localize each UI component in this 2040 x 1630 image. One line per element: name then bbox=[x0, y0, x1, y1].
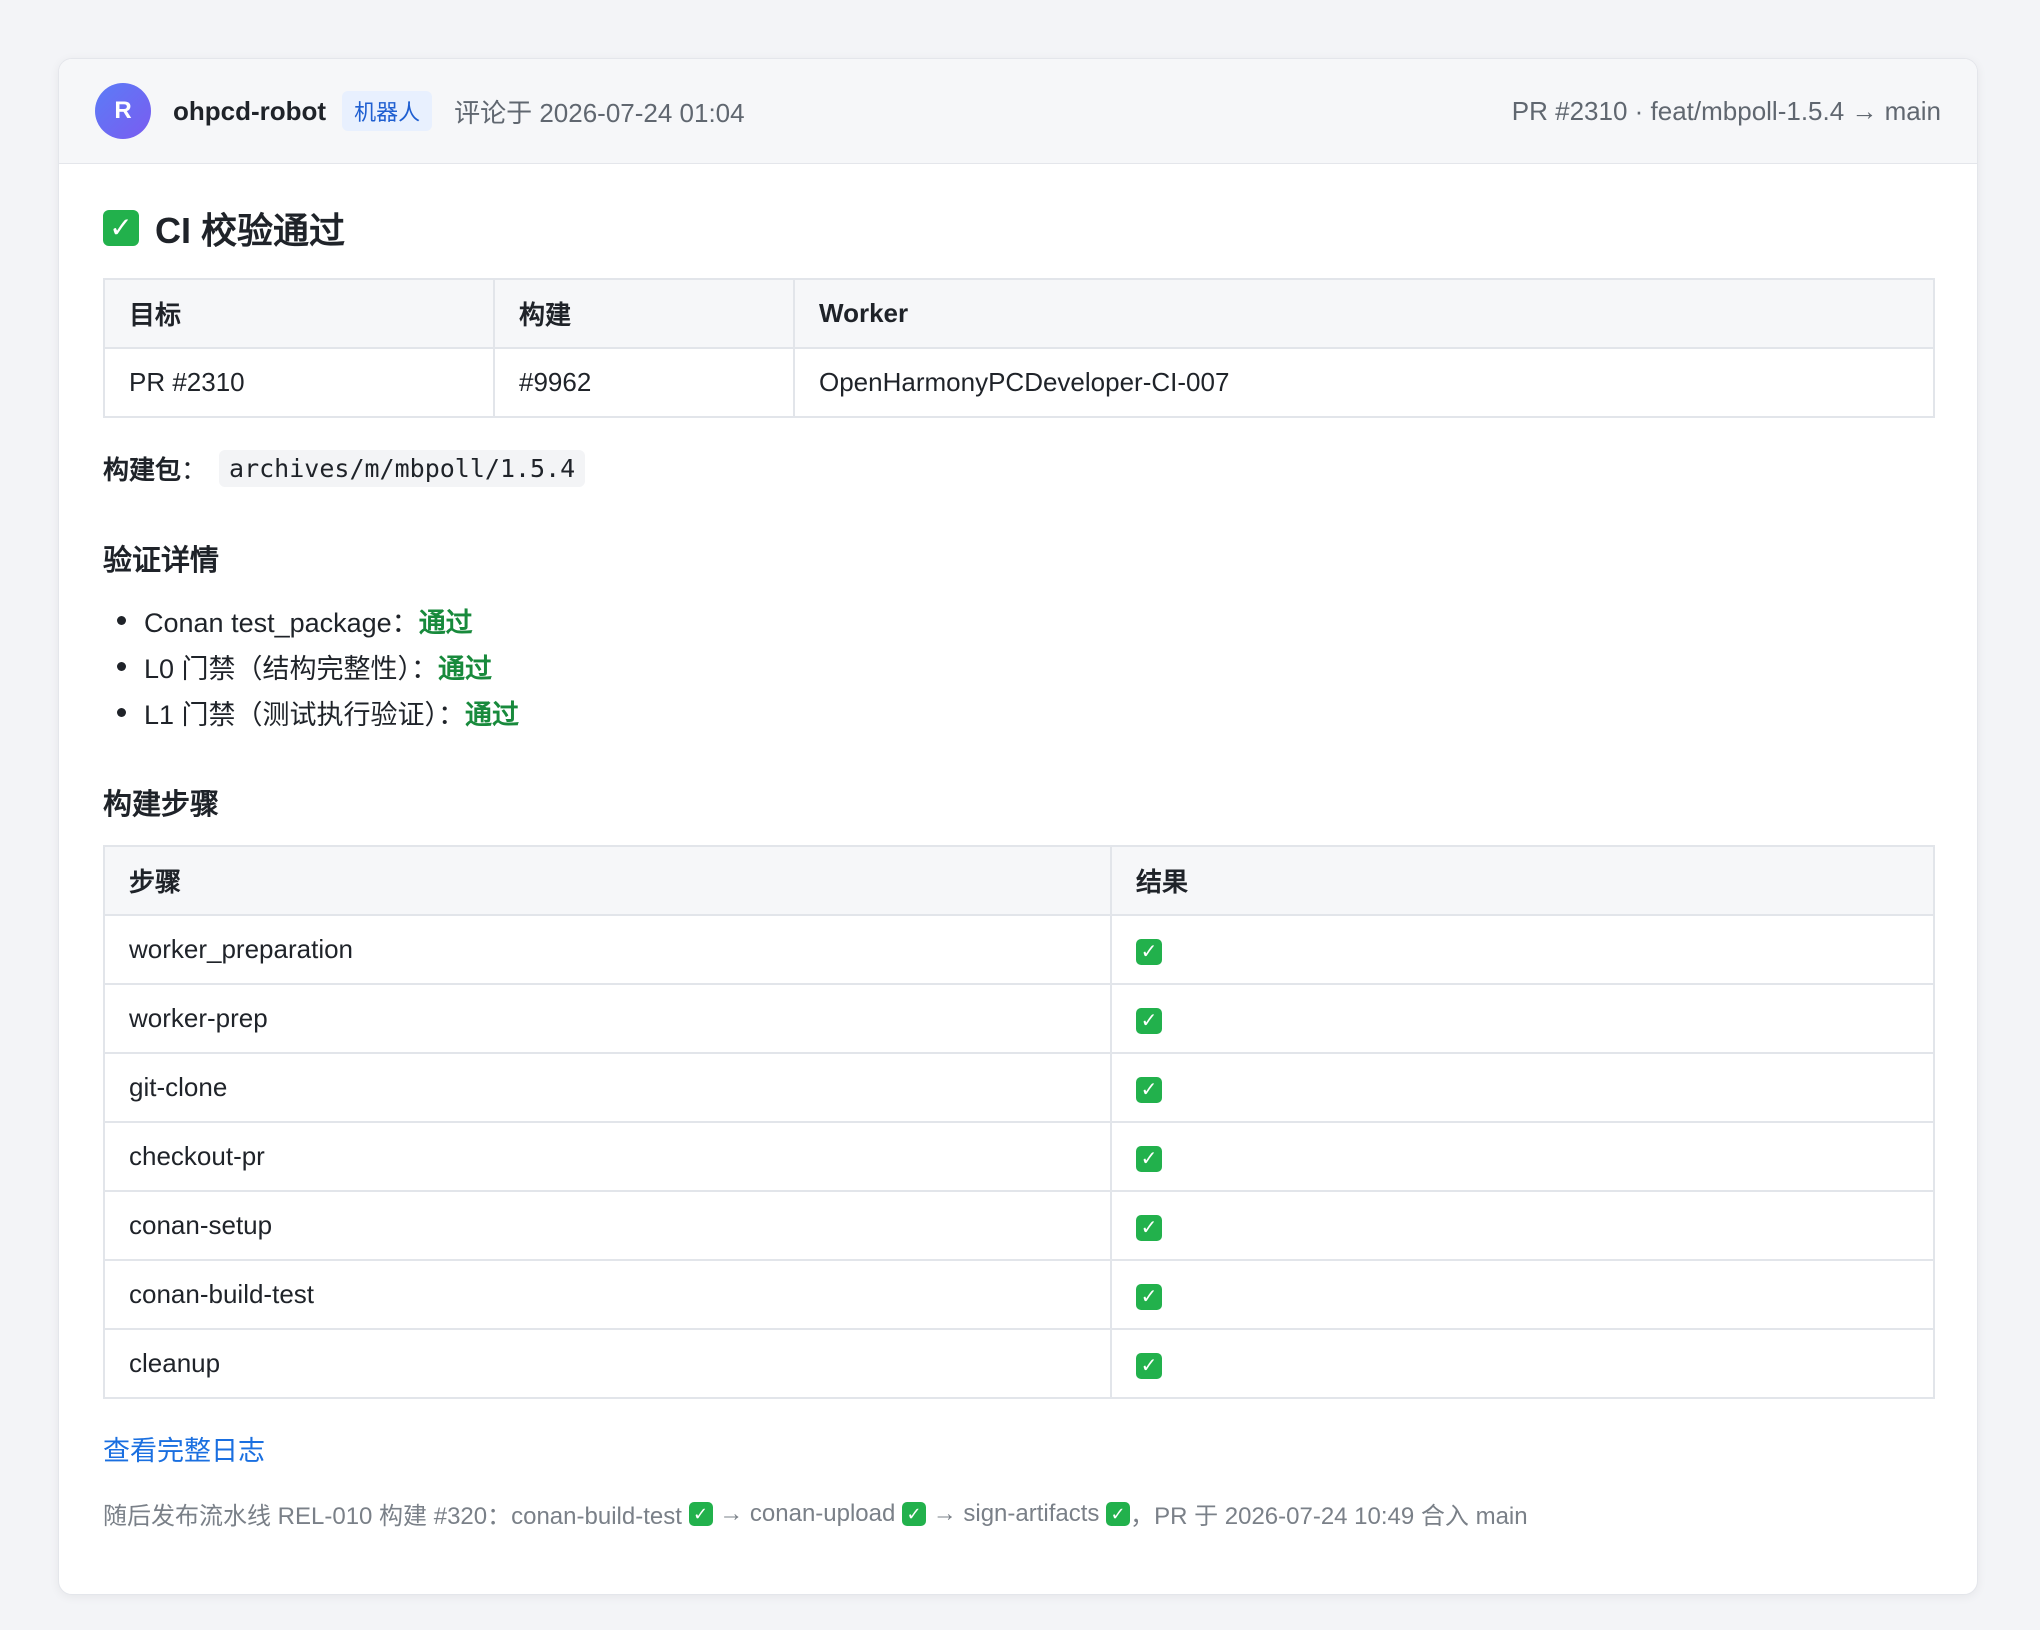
bullet-icon bbox=[117, 707, 126, 717]
build-package-label: 构建包 bbox=[103, 455, 182, 485]
table-row: git-clone ✓ bbox=[103, 1052, 1935, 1123]
check-mark-icon: ✓ bbox=[1136, 1077, 1162, 1103]
column-header-target: 目标 bbox=[103, 278, 495, 349]
pr-branch-info: PR #2310 · feat/mbpoll-1.5.4 → main bbox=[1511, 95, 1941, 126]
details-list: Conan test_package： 通过 L0 门禁（结构完整性）： 通过 … bbox=[103, 597, 1933, 735]
step-name: cleanup bbox=[103, 1328, 1112, 1399]
comment-body: ✓ CI 校验通过 目标 构建 Worker PR #2310 #9962 Op… bbox=[59, 206, 1977, 1531]
table-row: PR #2310 #9962 OpenHarmonyPCDeveloper-CI… bbox=[103, 347, 1935, 418]
step-name: worker-prep bbox=[103, 983, 1112, 1054]
check-mark-icon: ✓ bbox=[1136, 1215, 1162, 1241]
step-name: conan-setup bbox=[103, 1190, 1112, 1261]
bot-badge: 机器人 bbox=[342, 91, 433, 131]
column-header-result: 结果 bbox=[1110, 845, 1935, 916]
step-result: ✓ bbox=[1110, 1190, 1935, 1261]
check-mark-icon: ✓ bbox=[1136, 1008, 1162, 1034]
check-mark-icon: ✓ bbox=[1136, 1284, 1162, 1310]
target-cell: PR #2310 bbox=[103, 347, 495, 418]
table-row: worker-prep ✓ bbox=[103, 983, 1935, 1054]
step-name: worker_preparation bbox=[103, 914, 1112, 985]
footer-text-upload: → conan-upload bbox=[712, 1499, 903, 1527]
step-result: ✓ bbox=[1110, 914, 1935, 985]
comment-card: R ohpcd-robot 机器人 评论于 2026-07-24 01:04 P… bbox=[58, 58, 1978, 1595]
step-name: git-clone bbox=[103, 1052, 1112, 1123]
table-row: checkout-pr ✓ bbox=[103, 1121, 1935, 1192]
detail-label: L1 门禁（测试执行验证）： bbox=[144, 699, 466, 730]
column-header-worker: Worker bbox=[793, 278, 1935, 349]
bullet-icon bbox=[117, 661, 126, 671]
check-mark-icon: ✓ bbox=[1106, 1501, 1131, 1526]
footer-text-merge: ，PR 于 2026-07-24 10:49 合入 main bbox=[1130, 1503, 1528, 1530]
avatar[interactable]: R bbox=[95, 83, 151, 139]
step-name: conan-build-test bbox=[103, 1259, 1112, 1330]
check-mark-icon: ✓ bbox=[103, 210, 139, 246]
table-row: conan-build-test ✓ bbox=[103, 1259, 1935, 1330]
step-result: ✓ bbox=[1110, 1052, 1935, 1123]
table-row: cleanup ✓ bbox=[103, 1328, 1935, 1399]
column-header-build: 构建 bbox=[493, 278, 795, 349]
step-result: ✓ bbox=[1110, 983, 1935, 1054]
column-header-step: 步骤 bbox=[103, 845, 1112, 916]
steps-table: 步骤 结果 worker_preparation ✓ worker-prep ✓… bbox=[103, 845, 1935, 1399]
table-row: worker_preparation ✓ bbox=[103, 914, 1935, 985]
table-row: conan-setup ✓ bbox=[103, 1190, 1935, 1261]
detail-status: 通过 bbox=[465, 699, 520, 730]
list-item: L0 门禁（结构完整性）： 通过 bbox=[117, 643, 1933, 689]
footer-text-prefix: 随后发布流水线 REL-010 构建 #320：conan-build-test bbox=[103, 1503, 689, 1530]
comment-header: R ohpcd-robot 机器人 评论于 2026-07-24 01:04 P… bbox=[59, 59, 1977, 164]
steps-heading: 构建步骤 bbox=[103, 789, 220, 821]
list-item: L1 门禁（测试执行验证）： 通过 bbox=[117, 689, 1933, 735]
view-full-log-link[interactable]: 查看完整日志 bbox=[103, 1429, 1933, 1468]
check-mark-icon: ✓ bbox=[1136, 1146, 1162, 1172]
step-result: ✓ bbox=[1110, 1328, 1935, 1399]
worker-cell: OpenHarmonyPCDeveloper-CI-007 bbox=[793, 347, 1935, 418]
check-mark-icon: ✓ bbox=[688, 1501, 713, 1526]
summary-table: 目标 构建 Worker PR #2310 #9962 OpenHarmonyP… bbox=[103, 278, 1935, 418]
check-mark-icon: ✓ bbox=[902, 1501, 927, 1526]
bullet-icon bbox=[117, 615, 126, 625]
build-cell: #9962 bbox=[493, 347, 795, 418]
footer-text-sign: → sign-artifacts bbox=[926, 1499, 1107, 1527]
comment-timestamp: 评论于 2026-07-24 01:04 bbox=[454, 97, 745, 128]
detail-status: 通过 bbox=[418, 607, 473, 638]
check-mark-icon: ✓ bbox=[1136, 1353, 1162, 1379]
detail-label: Conan test_package： bbox=[144, 607, 419, 638]
build-package-line: 构建包 ： archives/m/mbpoll/1.5.4 bbox=[103, 450, 1933, 487]
detail-status: 通过 bbox=[438, 653, 493, 684]
release-pipeline-note: 随后发布流水线 REL-010 构建 #320：conan-build-test… bbox=[103, 1496, 1933, 1531]
step-name: checkout-pr bbox=[103, 1121, 1112, 1192]
details-heading: 验证详情 bbox=[103, 545, 220, 577]
step-result: ✓ bbox=[1110, 1259, 1935, 1330]
check-mark-icon: ✓ bbox=[1136, 939, 1162, 965]
build-package-colon: ： bbox=[181, 455, 208, 485]
ci-status-text: CI 校验通过 bbox=[155, 210, 346, 251]
ci-status-title: ✓ CI 校验通过 bbox=[103, 206, 1933, 251]
table-header-row: 目标 构建 Worker bbox=[103, 278, 1935, 349]
step-result: ✓ bbox=[1110, 1121, 1935, 1192]
build-package-path: archives/m/mbpoll/1.5.4 bbox=[219, 450, 586, 487]
detail-label: L0 门禁（结构完整性）： bbox=[144, 653, 439, 684]
author-name[interactable]: ohpcd-robot bbox=[173, 96, 326, 127]
list-item: Conan test_package： 通过 bbox=[117, 597, 1933, 643]
table-header-row: 步骤 结果 bbox=[103, 845, 1935, 916]
